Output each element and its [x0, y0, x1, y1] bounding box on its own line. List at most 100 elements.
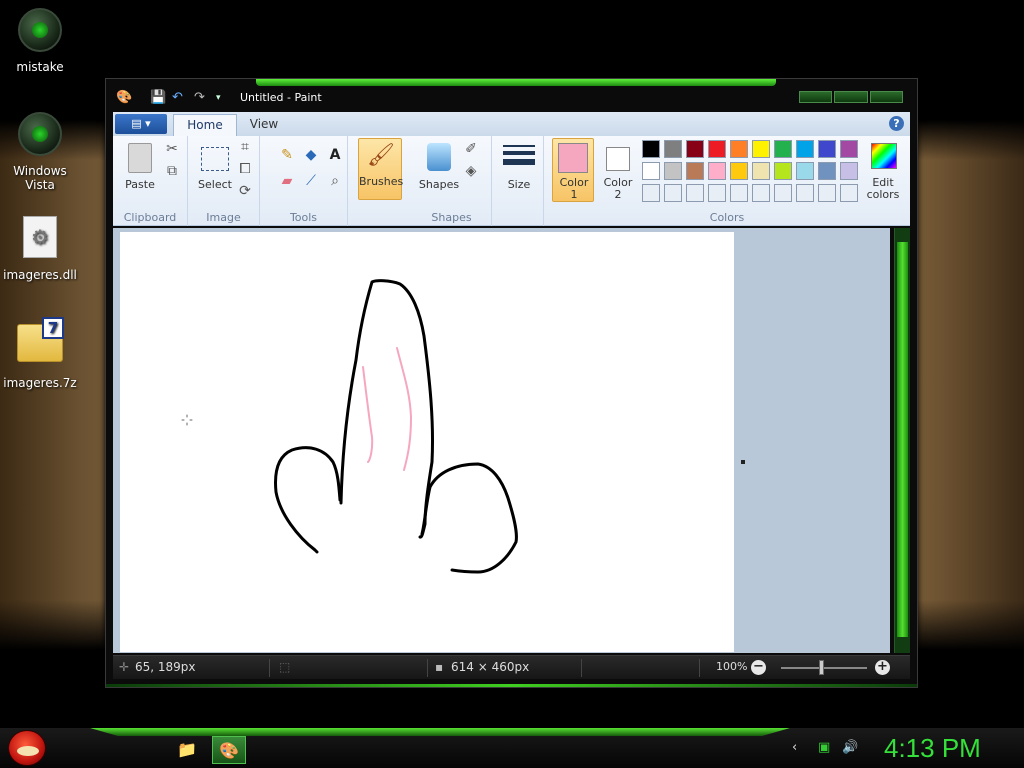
tab-home[interactable]: Home [173, 114, 237, 136]
rotate-icon[interactable]: ⟳ [236, 182, 254, 200]
clipboard-group-label: Clipboard [123, 211, 177, 224]
palette-swatch[interactable] [818, 184, 836, 202]
resize-icon[interactable]: ⧠ [236, 160, 254, 178]
palette-swatch[interactable] [730, 184, 748, 202]
scrollbar-thumb[interactable] [897, 242, 908, 637]
palette-swatch[interactable] [774, 184, 792, 202]
palette-swatch[interactable] [774, 162, 792, 180]
palette-swatch[interactable] [752, 162, 770, 180]
drawing-canvas[interactable] [120, 232, 734, 652]
desktop-icon-mistake[interactable]: mistake [0, 8, 80, 74]
shapes-button[interactable]: Shapes [416, 140, 460, 200]
maximize-button[interactable] [834, 91, 868, 103]
eraser-icon[interactable]: ▰ [278, 172, 296, 190]
cut-icon[interactable]: ✂ [163, 140, 181, 158]
size-button[interactable]: Size [498, 140, 538, 200]
outline-icon[interactable]: ✐ [462, 140, 480, 158]
paint-taskbar-button[interactable]: 🎨 [212, 736, 246, 764]
file-menu-button[interactable]: ▤ ▾ [115, 114, 167, 134]
paste-button[interactable]: Paste [119, 140, 159, 200]
palette-swatch[interactable] [752, 140, 770, 158]
volume-icon[interactable]: 🔊 [842, 740, 858, 755]
size-group: Size [492, 136, 544, 226]
color-picker-icon[interactable]: ⟋ [302, 172, 320, 190]
close-button[interactable] [869, 91, 903, 103]
help-icon[interactable]: ? [889, 116, 904, 131]
magnifier-icon[interactable]: ⌕ [326, 172, 344, 190]
cursor-crosshair [181, 414, 193, 426]
zoom-slider-thumb[interactable] [819, 660, 824, 675]
shapes-label: Shapes [418, 178, 460, 191]
palette-swatch[interactable] [664, 140, 682, 158]
palette-swatch[interactable] [796, 162, 814, 180]
taskbar: 📁 🎨 ‹ ▣ 🔊 4:13 PM [0, 728, 1024, 768]
minimize-button[interactable] [799, 91, 833, 103]
explorer-taskbar-icon[interactable]: 📁 [170, 736, 204, 764]
palette-swatch[interactable] [686, 162, 704, 180]
brushes-button[interactable]: 🖌 Brushes [358, 138, 403, 200]
palette-swatch[interactable] [642, 140, 660, 158]
palette-swatch[interactable] [708, 184, 726, 202]
vertical-scrollbar[interactable] [894, 228, 910, 653]
desktop-icon-imageres-7z[interactable]: 7 imageres.7z [0, 317, 80, 390]
palette-swatch[interactable] [818, 140, 836, 158]
zoom-out-button[interactable]: − [751, 660, 766, 675]
size-label: Size [507, 178, 531, 191]
desktop-icon-label: mistake [16, 60, 64, 74]
color1-button[interactable]: Color 1 [552, 138, 594, 202]
select-button[interactable]: Select [194, 140, 234, 200]
fill-icon[interactable]: ◆ [302, 146, 320, 164]
palette-swatch[interactable] [708, 140, 726, 158]
brush-icon: 🖌 [367, 143, 395, 168]
palette-swatch[interactable] [664, 162, 682, 180]
taskbar-clock[interactable]: 4:13 PM [884, 733, 981, 764]
palette-swatch[interactable] [686, 184, 704, 202]
palette-swatch[interactable] [664, 184, 682, 202]
stroke-left-knuckle [274, 446, 342, 554]
palette-swatch[interactable] [840, 162, 858, 180]
crop-icon[interactable]: ⌗ [236, 138, 254, 156]
pencil-icon[interactable]: ✎ [278, 146, 296, 164]
zoom-slider-track[interactable] [781, 667, 867, 669]
paste-label: Paste [125, 178, 155, 191]
copy-icon[interactable]: ⧉ [163, 162, 181, 180]
palette-swatch[interactable] [796, 184, 814, 202]
network-icon[interactable]: ▣ [818, 740, 830, 755]
palette-swatch[interactable] [840, 140, 858, 158]
cursor-position-icon: ✛ [119, 660, 130, 674]
color2-button[interactable]: Color 2 [596, 138, 638, 202]
palette-swatch[interactable] [642, 162, 660, 180]
palette-swatch[interactable] [796, 140, 814, 158]
tools-group: ✎ ◆ A ▰ ⟋ ⌕ Tools [260, 136, 348, 226]
save-icon[interactable]: 💾 [150, 90, 166, 105]
zoom-in-button[interactable]: + [875, 660, 890, 675]
start-button[interactable] [8, 730, 46, 766]
tab-view[interactable]: View [239, 114, 289, 136]
palette-swatch[interactable] [752, 184, 770, 202]
text-icon[interactable]: A [326, 146, 344, 164]
fill-shape-icon[interactable]: ◈ [462, 162, 480, 180]
desktop-icon-windows-vista[interactable]: Windows Vista [0, 112, 80, 192]
palette-swatch[interactable] [774, 140, 792, 158]
palette-swatch[interactable] [730, 140, 748, 158]
line-width-icon [503, 145, 535, 169]
palette-swatch[interactable] [708, 162, 726, 180]
paint-app-icon[interactable]: 🎨 [116, 90, 132, 105]
palette-swatch[interactable] [840, 184, 858, 202]
ribbon: Paste ✂ ⧉ Clipboard Select ⌗ ⧠ ⟳ Image ✎… [113, 136, 910, 226]
palette-swatch[interactable] [818, 162, 836, 180]
tray-chevron-icon[interactable]: ‹ [792, 740, 797, 755]
edit-colors-button[interactable]: Edit colors [860, 140, 904, 201]
palette-swatch[interactable] [686, 140, 704, 158]
window-bottom-glow [106, 684, 917, 687]
canvas-resize-handle[interactable] [741, 460, 745, 464]
color1-swatch [558, 143, 588, 173]
customize-toolbar-icon[interactable]: ▾ [216, 93, 221, 103]
palette-swatch[interactable] [730, 162, 748, 180]
title-bar[interactable]: 🎨 💾 ↶ ↷ ▾ Untitled - Paint [106, 87, 917, 109]
window-title: Untitled - Paint [240, 91, 322, 104]
palette-swatch[interactable] [642, 184, 660, 202]
desktop-icon-imageres-dll[interactable]: imageres.dll [0, 216, 80, 282]
undo-icon[interactable]: ↶ [172, 90, 183, 105]
redo-icon[interactable]: ↷ [194, 90, 205, 105]
